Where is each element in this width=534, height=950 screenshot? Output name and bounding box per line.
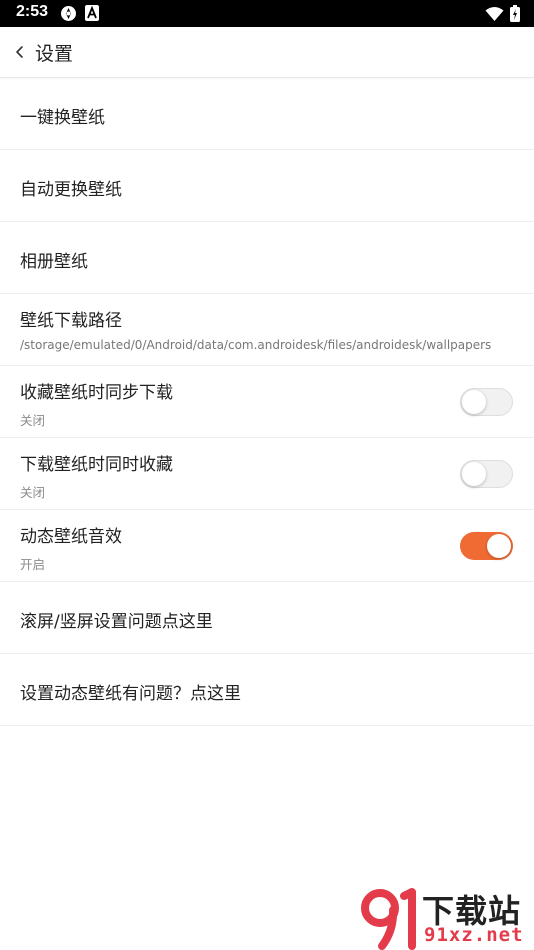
setting-title: 下载壁纸时同时收藏 — [20, 455, 173, 475]
live-wallpaper-sound-toggle[interactable] — [460, 532, 513, 560]
back-button[interactable] — [10, 40, 30, 64]
setting-subtitle: 开启 — [20, 557, 46, 572]
status-icons-right — [485, 5, 520, 22]
setting-subtitle: /storage/emulated/0/Android/data/com.and… — [20, 338, 492, 352]
sync-download-toggle[interactable] — [460, 388, 513, 416]
status-bar: 2:53 — [0, 0, 534, 27]
wifi-icon — [485, 6, 504, 21]
favorite-on-download-toggle[interactable] — [460, 460, 513, 488]
watermark: 91 下载站 91xz.net — [360, 886, 532, 950]
status-icons-left — [60, 5, 99, 22]
toggle-knob — [462, 462, 486, 486]
watermark-url: 91xz.net — [424, 924, 524, 946]
setting-subtitle: 关闭 — [20, 413, 46, 428]
setting-favorite-on-download[interactable]: 下载壁纸时同时收藏 关闭 — [0, 438, 534, 510]
setting-live-wallpaper-sound[interactable]: 动态壁纸音效 开启 — [0, 510, 534, 582]
setting-title: 相册壁纸 — [20, 252, 88, 272]
page-title: 设置 — [35, 43, 74, 65]
app-a-icon — [85, 5, 99, 21]
app-bar: 设置 — [0, 27, 534, 78]
status-time: 2:53 — [16, 3, 49, 20]
setting-title: 动态壁纸音效 — [20, 527, 122, 547]
setting-download-path[interactable]: 壁纸下载路径 /storage/emulated/0/Android/data/… — [0, 294, 534, 366]
setting-scroll-orientation-help[interactable]: 滚屏/竖屏设置问题点这里 — [0, 582, 534, 654]
setting-one-click-wallpaper[interactable]: 一键换壁纸 — [0, 78, 534, 150]
setting-title: 壁纸下载路径 — [20, 311, 122, 331]
sync-icon — [61, 6, 76, 21]
setting-subtitle: 关闭 — [20, 485, 46, 500]
toggle-knob — [462, 390, 486, 414]
setting-album-wallpaper[interactable]: 相册壁纸 — [0, 222, 534, 294]
watermark-logo: 91 — [361, 888, 416, 950]
setting-sync-download-on-favorite[interactable]: 收藏壁纸时同步下载 关闭 — [0, 366, 534, 438]
setting-title: 自动更换壁纸 — [20, 180, 122, 200]
setting-live-wallpaper-help[interactable]: 设置动态壁纸有问题？点这里 — [0, 654, 534, 726]
setting-title: 一键换壁纸 — [20, 108, 105, 128]
setting-title: 收藏壁纸时同步下载 — [20, 383, 173, 403]
chevron-left-icon — [16, 46, 23, 58]
toggle-knob — [487, 534, 511, 558]
setting-title: 设置动态壁纸有问题？点这里 — [20, 684, 241, 704]
settings-list: 一键换壁纸 自动更换壁纸 相册壁纸 壁纸下载路径 /storage/emulat… — [0, 78, 534, 726]
setting-auto-change-wallpaper[interactable]: 自动更换壁纸 — [0, 150, 534, 222]
setting-title: 滚屏/竖屏设置问题点这里 — [20, 612, 213, 632]
battery-charging-icon — [510, 5, 520, 22]
